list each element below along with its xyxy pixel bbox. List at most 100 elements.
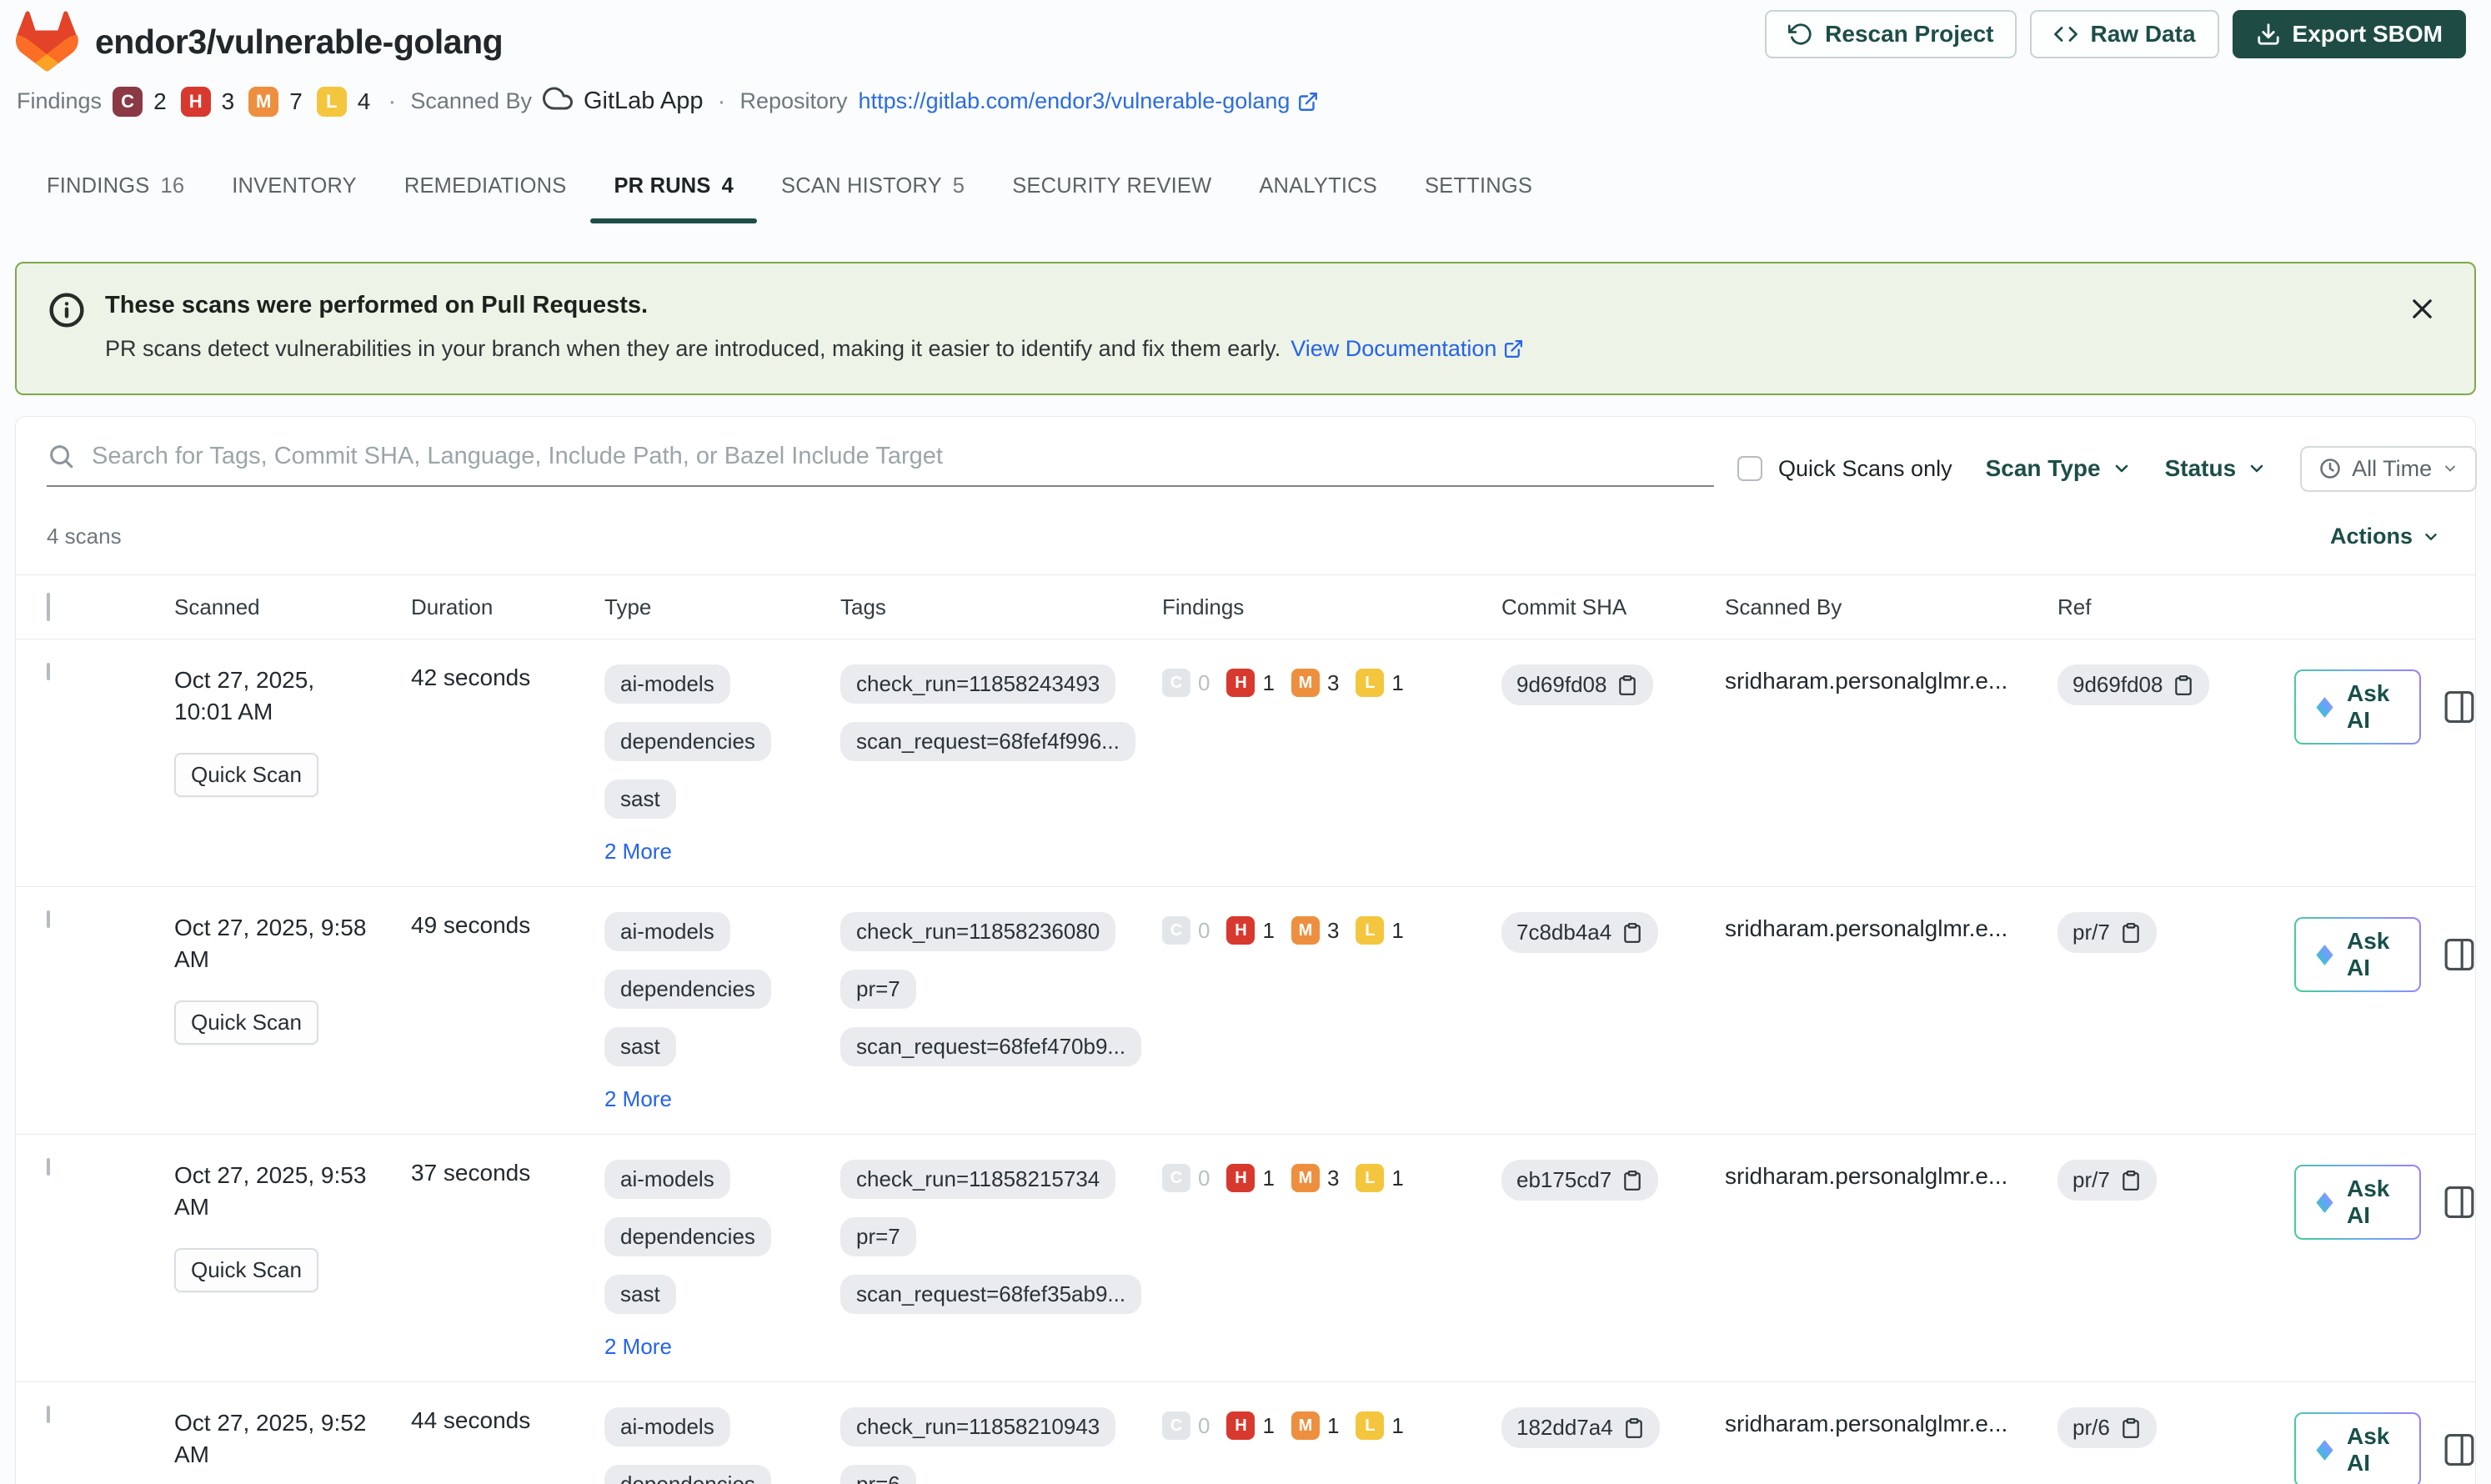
select-all-checkbox[interactable] xyxy=(47,592,50,621)
side-panel-icon[interactable] xyxy=(2443,937,2475,972)
type-pill: ai-models xyxy=(604,664,730,704)
close-icon[interactable] xyxy=(2408,295,2436,327)
quick-scans-label: Quick Scans only xyxy=(1778,455,1952,481)
clipboard-icon[interactable] xyxy=(2120,922,2142,944)
severity-count: 3 xyxy=(1326,1165,1340,1191)
ref-value: pr/7 xyxy=(2072,1167,2110,1192)
quick-scans-checkbox[interactable] xyxy=(1737,456,1762,481)
export-sbom-button[interactable]: Export SBOM xyxy=(2232,10,2466,58)
clipboard-icon[interactable] xyxy=(1623,1417,1645,1439)
side-panel-icon[interactable] xyxy=(2443,689,2475,724)
severity-badge-l: L xyxy=(1356,1164,1385,1192)
repository-link[interactable]: https://gitlab.com/endor3/vulnerable-gol… xyxy=(859,88,1320,114)
tab-remediations[interactable]: REMEDIATIONS xyxy=(404,174,567,223)
tab-pr-runs[interactable]: PR RUNS 4 xyxy=(590,174,757,223)
type-pill: dependencies xyxy=(604,970,771,1009)
raw-data-label: Raw Data xyxy=(2090,21,2196,47)
row-checkbox[interactable] xyxy=(47,1158,50,1176)
chevron-down-icon xyxy=(2115,464,2128,473)
severity-count: 2 xyxy=(153,88,167,114)
row-checkbox[interactable] xyxy=(47,910,50,928)
severity-badge-h: H xyxy=(1226,916,1256,945)
chevron-down-icon xyxy=(2425,533,2437,540)
severity-badge-c: C xyxy=(1162,669,1190,697)
row-checkbox[interactable] xyxy=(47,663,50,680)
severity-count: 1 xyxy=(1391,1412,1404,1438)
row-checkbox[interactable] xyxy=(47,1406,50,1423)
ask-ai-button[interactable]: Ask AI xyxy=(2294,917,2421,992)
severity-count: 0 xyxy=(1198,1165,1210,1191)
tab-analytics[interactable]: ANALYTICS xyxy=(1259,174,1377,223)
clipboard-icon[interactable] xyxy=(1621,1170,1643,1191)
time-filter-label: All Time xyxy=(2352,455,2433,481)
tab-label: PR RUNS xyxy=(614,174,711,198)
ref-value: pr/7 xyxy=(2072,920,2110,945)
tab-inventory[interactable]: INVENTORY xyxy=(232,174,357,223)
tab-settings[interactable]: SETTINGS xyxy=(1425,174,1532,223)
clock-icon xyxy=(2320,459,2340,479)
clipboard-icon[interactable] xyxy=(2120,1170,2142,1191)
search-input[interactable] xyxy=(92,442,1714,470)
sparkle-diamond-icon xyxy=(2316,696,2333,718)
tag-pills: check_run=11858236080 pr=7 scan_request=68… xyxy=(840,912,1162,1066)
tab-findings[interactable]: FINDINGS 16 xyxy=(47,174,184,223)
clipboard-icon[interactable] xyxy=(2120,1417,2142,1439)
column-tags: Tags xyxy=(840,594,886,619)
side-panel-icon[interactable] xyxy=(2443,1432,2475,1467)
project-tabs: FINDINGS 16 INVENTORY REMEDIATIONS PR RUNS 4 S… xyxy=(0,174,2491,223)
type-pills: ai-modelsdependenciessast2 More xyxy=(604,912,840,1112)
severity-badge-l: L xyxy=(1356,916,1385,945)
tab-count: 5 xyxy=(952,174,965,198)
more-types-link[interactable]: 2 More xyxy=(604,839,672,865)
column-duration: Duration xyxy=(411,594,494,619)
ask-ai-button[interactable]: Ask AI xyxy=(2294,1412,2421,1484)
column-findings: Findings xyxy=(1162,594,1245,619)
ask-ai-label: Ask AI xyxy=(2347,1176,2390,1228)
severity-count: 0 xyxy=(1198,917,1210,943)
scan-type-dropdown[interactable]: Scan Type xyxy=(1986,455,2132,482)
severity-count: 1 xyxy=(1391,917,1404,943)
scanned-date: Oct 27, 2025, 9:53 AM xyxy=(174,1162,367,1220)
commit-sha-value: eb175cd7 xyxy=(1516,1167,1612,1192)
scan-row: Oct 27, 2025, 9:58 AM Quick Scan 49 seco… xyxy=(16,887,2475,1135)
clipboard-icon[interactable] xyxy=(1621,922,1643,944)
tab-label: REMEDIATIONS xyxy=(403,174,567,198)
tab-scan-history[interactable]: SCAN HISTORY 5 xyxy=(781,174,965,223)
clipboard-icon[interactable] xyxy=(2173,674,2194,696)
scan-row: Oct 27, 2025, 9:53 AM Quick Scan 37 seco… xyxy=(16,1135,2475,1382)
view-documentation-link[interactable]: View Documentation xyxy=(1291,336,1524,362)
more-types-link[interactable]: 2 More xyxy=(604,1334,672,1360)
info-icon xyxy=(48,292,85,362)
severity-badge-h: H xyxy=(1226,1164,1256,1192)
tag-pill: pr=7 xyxy=(840,970,916,1009)
side-panel-icon[interactable] xyxy=(2443,1185,2475,1220)
ref-pill: pr/7 xyxy=(2057,1160,2157,1201)
type-pill: dependencies xyxy=(604,1217,771,1256)
cloud-icon xyxy=(543,83,573,119)
severity-count: 1 xyxy=(1326,1412,1340,1438)
more-types-link[interactable]: 2 More xyxy=(604,1086,672,1112)
status-dropdown[interactable]: Status xyxy=(2165,455,2268,482)
scan-type-label: Scan Type xyxy=(1985,455,2101,481)
banner-title: These scans were performed on Pull Reque… xyxy=(105,292,649,318)
severity-count: 1 xyxy=(1391,1165,1404,1191)
severity-count: 7 xyxy=(289,88,303,114)
raw-data-button[interactable]: Raw Data xyxy=(2030,10,2219,58)
severity-badge-l: L xyxy=(1356,669,1385,697)
ask-ai-button[interactable]: Ask AI xyxy=(2294,1165,2421,1240)
scanned-date: Oct 27, 2025, 9:58 AM xyxy=(174,915,367,972)
external-link-icon xyxy=(1299,92,1318,111)
tag-pills: check_run=11858215734 pr=7 scan_request=68… xyxy=(840,1160,1162,1314)
separator-dot: · xyxy=(717,87,726,115)
severity-count: 1 xyxy=(1262,917,1275,943)
view-documentation-label: View Documentation xyxy=(1291,336,1497,361)
ask-ai-button[interactable]: Ask AI xyxy=(2294,669,2421,745)
time-filter-dropdown[interactable]: All Time xyxy=(2300,445,2478,492)
duration-cell: 37 seconds xyxy=(411,1160,531,1186)
clipboard-icon[interactable] xyxy=(1616,674,1638,696)
rescan-project-button[interactable]: Rescan Project xyxy=(1765,10,2017,58)
actions-dropdown[interactable]: Actions xyxy=(2330,524,2440,549)
type-pills: ai-modelsdependenciessast2 More xyxy=(604,1407,840,1484)
tab-security-review[interactable]: SECURITY REVIEW xyxy=(1012,174,1211,223)
external-link-icon xyxy=(1505,339,1523,358)
